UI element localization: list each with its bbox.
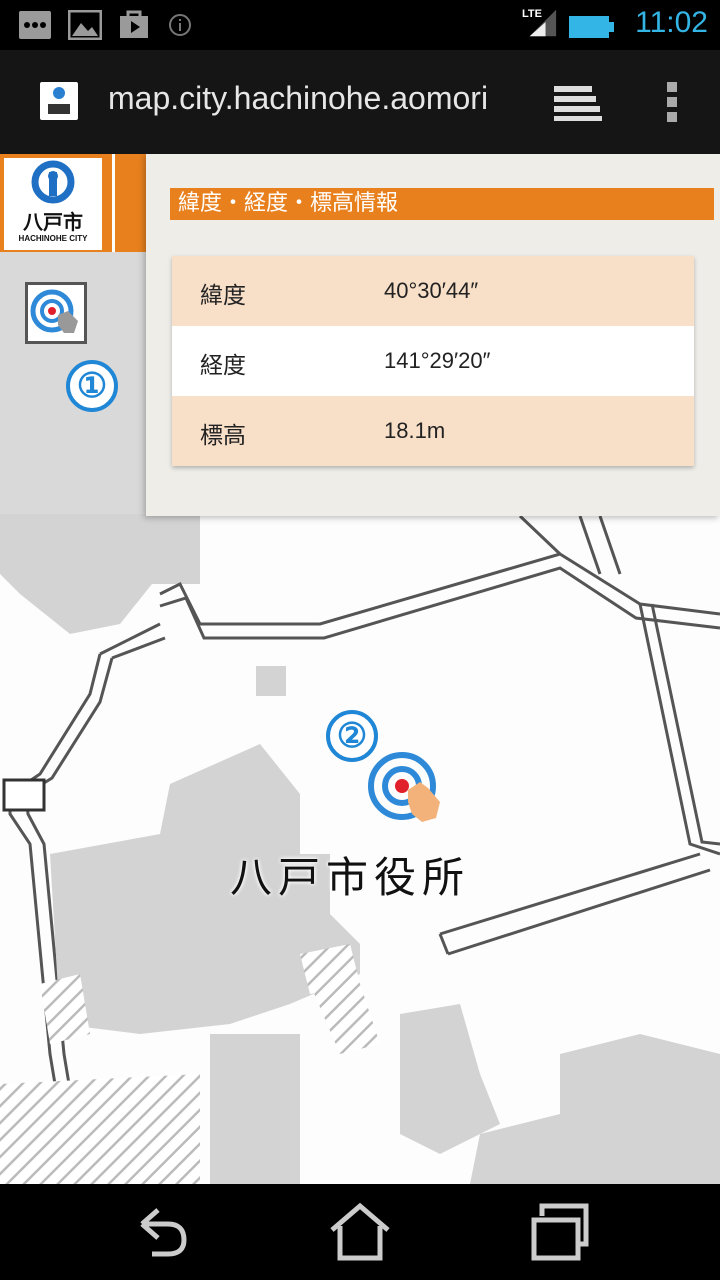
city-emblem-icon xyxy=(31,160,75,204)
locate-target-icon xyxy=(30,289,78,333)
info-table: 緯度 40°30′44″ 経度 141°29′20″ 標高 18.1m xyxy=(172,256,694,466)
site-logo-icon xyxy=(48,87,70,114)
longitude-row: 経度 141°29′20″ xyxy=(172,326,694,396)
info-icon xyxy=(169,14,191,36)
elevation-value: 18.1m xyxy=(384,418,446,443)
locate-button[interactable] xyxy=(25,282,87,344)
longitude-label: 経度 xyxy=(200,353,246,379)
recent-apps-icon[interactable] xyxy=(528,1202,592,1262)
play-store-icon xyxy=(120,10,148,38)
elevation-label: 標高 xyxy=(200,423,246,449)
longitude-value: 141°29′20″ xyxy=(384,348,491,373)
location-marker-icon[interactable] xyxy=(364,752,444,824)
more-icon xyxy=(19,11,51,39)
city-logo[interactable]: 八戸市 HACHINOHE CITY xyxy=(0,154,146,252)
logo-subtitle: HACHINOHE CITY xyxy=(18,234,88,243)
navigation-bar xyxy=(0,1184,720,1280)
logo-stripe xyxy=(112,154,115,252)
back-icon[interactable] xyxy=(128,1202,192,1262)
signal-icon xyxy=(529,9,557,37)
latitude-row: 緯度 40°30′44″ xyxy=(172,256,694,326)
map-place-label: 八戸市役所 xyxy=(230,853,471,902)
info-panel-title: 緯度・経度・標高情報 xyxy=(170,188,714,220)
elevation-row: 標高 18.1m xyxy=(172,396,694,466)
logo-name: 八戸市 xyxy=(23,210,83,234)
overflow-menu-icon[interactable] xyxy=(660,78,684,126)
status-bar: LTE 11:02 xyxy=(0,0,720,50)
image-icon xyxy=(68,10,102,40)
latitude-value: 40°30′44″ xyxy=(384,278,479,303)
address-bar[interactable]: map.city.hachinohe.aomori xyxy=(108,80,510,124)
home-icon[interactable] xyxy=(328,1202,392,1262)
favicon xyxy=(40,82,78,120)
logo-inner: 八戸市 HACHINOHE CITY xyxy=(4,158,102,250)
latitude-label: 緯度 xyxy=(200,283,246,309)
coordinate-info-panel: 緯度・経度・標高情報 緯度 40°30′44″ 経度 141°29′20″ 標高… xyxy=(146,154,720,516)
map-view[interactable]: 八戸市 HACHINOHE CITY ① 緯度・経度・標高情報 緯度 40°30… xyxy=(0,154,720,1184)
battery-icon xyxy=(569,16,614,38)
clock: 11:02 xyxy=(635,6,708,39)
tabs-icon[interactable] xyxy=(552,82,604,122)
marker-number-1: ① xyxy=(66,360,118,412)
browser-toolbar: map.city.hachinohe.aomori xyxy=(0,50,720,154)
